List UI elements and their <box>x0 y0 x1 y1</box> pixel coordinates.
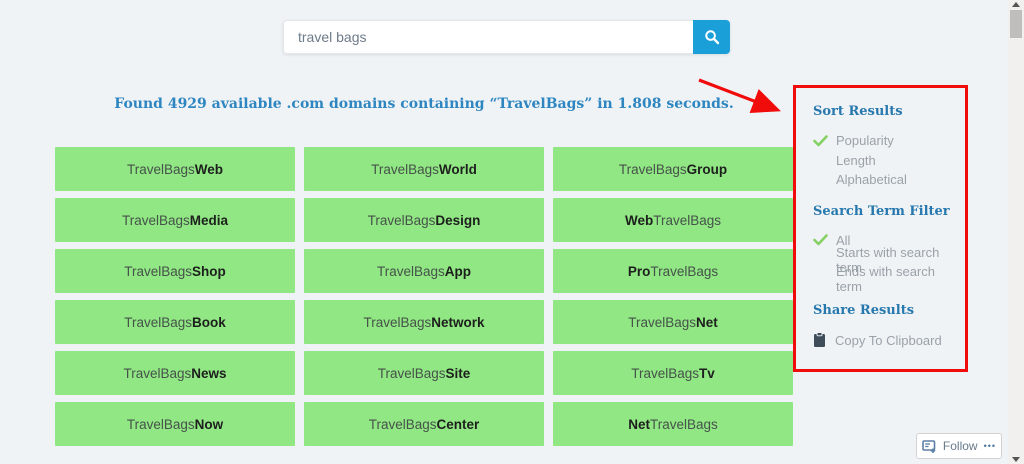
options-panel: Sort Results Popularity Length Alphabeti… <box>813 104 963 348</box>
search-button[interactable] <box>693 20 730 54</box>
check-icon <box>813 135 828 147</box>
domain-results-grid: TravelBagsWeb TravelBagsWorld TravelBags… <box>55 147 793 446</box>
sort-option-alphabetical[interactable]: Alphabetical <box>813 170 963 190</box>
share-results-heading: Share Results <box>813 303 963 318</box>
result-summary: Found 4929 available .com domains contai… <box>55 96 793 112</box>
sort-results-heading: Sort Results <box>813 104 963 119</box>
search-input[interactable] <box>283 20 693 54</box>
domain-tile[interactable]: TravelBagsBook <box>55 300 295 344</box>
follow-more-menu[interactable]: ••• <box>984 441 996 451</box>
copy-to-clipboard-button[interactable]: Copy To Clipboard <box>813 332 963 348</box>
domain-tile[interactable]: TravelBagsShop <box>55 249 295 293</box>
domain-tile[interactable]: TravelBagsWorld <box>304 147 544 191</box>
search-bar <box>283 20 730 54</box>
follow-button[interactable]: Follow ••• <box>916 433 1002 459</box>
scrollbar-thumb[interactable] <box>1010 10 1022 38</box>
scrollbar-up-arrow-icon[interactable] <box>1012 2 1020 7</box>
domain-tile[interactable]: TravelBagsCenter <box>304 402 544 446</box>
filter-options: All Starts with search term Ends with se… <box>813 231 963 290</box>
domain-tile[interactable]: TravelBagsWeb <box>55 147 295 191</box>
check-icon <box>813 234 828 246</box>
search-icon <box>704 29 720 45</box>
domain-tile[interactable]: TravelBagsNow <box>55 402 295 446</box>
domain-tile[interactable]: TravelBagsNews <box>55 351 295 395</box>
domain-tile[interactable]: TravelBagsNetwork <box>304 300 544 344</box>
clipboard-icon <box>813 332 826 348</box>
domain-tile[interactable]: TravelBagsNet <box>553 300 793 344</box>
scrollbar-down-arrow-icon[interactable] <box>1012 457 1020 462</box>
domain-tile[interactable]: TravelBagsTv <box>553 351 793 395</box>
domain-tile[interactable]: WebTravelBags <box>553 198 793 242</box>
domain-tile[interactable]: ProTravelBags <box>553 249 793 293</box>
follow-icon <box>922 440 937 453</box>
sort-options: Popularity Length Alphabetical <box>813 131 963 190</box>
domain-tile[interactable]: NetTravelBags <box>553 402 793 446</box>
search-term-filter-heading: Search Term Filter <box>813 204 963 219</box>
sort-option-length[interactable]: Length <box>813 151 963 171</box>
filter-option-ends-with[interactable]: Ends with search term <box>813 270 963 290</box>
domain-tile[interactable]: TravelBagsGroup <box>553 147 793 191</box>
follow-label: Follow <box>943 439 978 453</box>
scrollbar[interactable] <box>1008 0 1024 464</box>
domain-tile[interactable]: TravelBagsMedia <box>55 198 295 242</box>
domain-tile[interactable]: TravelBagsDesign <box>304 198 544 242</box>
domain-tile[interactable]: TravelBagsSite <box>304 351 544 395</box>
sort-option-popularity[interactable]: Popularity <box>813 131 963 151</box>
domain-tile[interactable]: TravelBagsApp <box>304 249 544 293</box>
